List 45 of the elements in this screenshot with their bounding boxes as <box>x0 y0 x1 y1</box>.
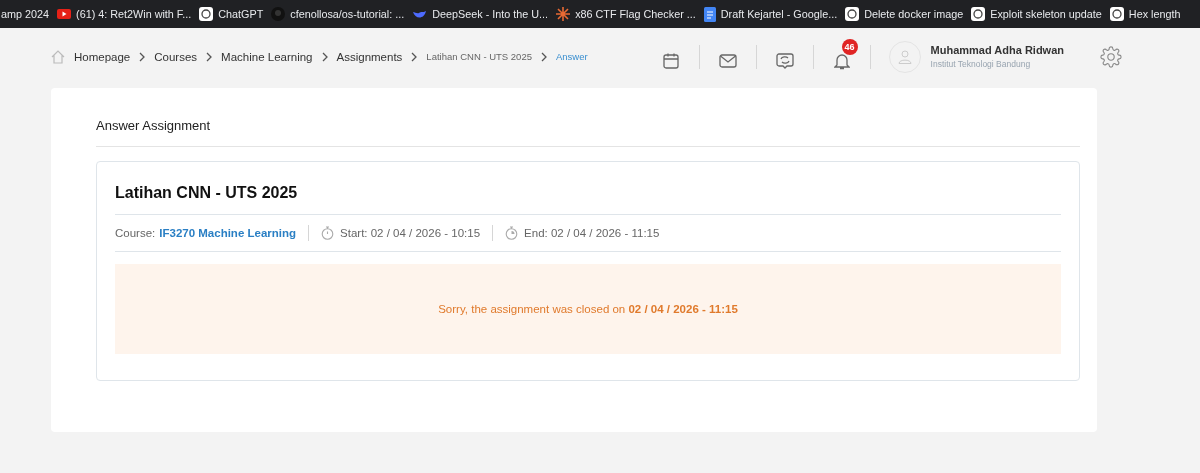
breadcrumb-link[interactable]: Machine Learning <box>221 50 313 63</box>
bookmark[interactable]: amp 2024 <box>1 8 50 20</box>
chat-app-icon <box>199 7 214 21</box>
bell-icon <box>833 51 850 70</box>
chat-app-icon <box>845 7 860 21</box>
chat-app-icon <box>971 7 986 21</box>
document-icon <box>703 6 716 22</box>
chevron-icon <box>205 51 214 62</box>
breadcrumb-link[interactable]: Latihan CNN - UTS 2025 <box>426 51 532 62</box>
bookmark[interactable]: Draft Kejartel - Google... <box>703 6 838 22</box>
user-icon <box>897 49 912 64</box>
bookmark[interactable]: Exploit skeleton update <box>971 7 1102 21</box>
home-icon[interactable] <box>50 48 66 65</box>
user-name: Muhammad Adha Ridwan <box>930 44 1064 56</box>
video-icon <box>57 9 72 19</box>
whale-icon <box>412 8 428 20</box>
chat-app-icon <box>1109 7 1124 21</box>
notification-badge: 46 <box>841 38 858 55</box>
course-link[interactable]: IF3270 Machine Learning <box>159 227 297 239</box>
settings-icon[interactable] <box>1100 45 1122 68</box>
page-title: Answer Assignment <box>96 118 1080 147</box>
chevron-icon <box>539 51 548 62</box>
course-label: Course: <box>115 227 156 239</box>
bookmark[interactable]: ChatGPT <box>199 7 264 21</box>
stopwatch-icon <box>321 226 335 240</box>
bookmark[interactable]: x86 CTF Flag Checker ... <box>556 7 696 21</box>
end-time: End: 02 / 04 / 2026 - 11:15 <box>524 227 660 239</box>
stopwatch-icon <box>505 226 519 240</box>
breadcrumb-link[interactable]: Assignments <box>336 50 403 63</box>
bell-button[interactable]: 46 <box>825 38 858 75</box>
chevron-icon <box>320 51 329 62</box>
assignment-title: Latihan CNN - UTS 2025 <box>115 184 1061 215</box>
chevron-icon <box>410 51 419 62</box>
bookmark[interactable]: DeepSeek - Into the U... <box>412 8 549 20</box>
bookmark[interactable]: Hex length <box>1109 7 1181 21</box>
closed-message: Sorry, the assignment was closed on 02 / 04 / 2026 - 11:15 <box>438 303 738 315</box>
breadcrumb-link[interactable]: Courses <box>154 50 198 63</box>
burst-icon <box>556 7 571 21</box>
bookmark[interactable]: cfenollosa/os-tutorial: ... <box>271 7 405 21</box>
user-institution: Institut Teknologi Bandung <box>930 59 1032 69</box>
bookmark[interactable]: (61) 4: Ret2Win with F... <box>57 8 192 20</box>
start-time: Start: 02 / 04 / 2026 - 10:15 <box>340 227 481 239</box>
breadcrumb-link[interactable]: Homepage <box>74 50 131 63</box>
chevron-icon <box>138 51 147 62</box>
bookmark[interactable]: Delete docker image <box>845 7 964 21</box>
